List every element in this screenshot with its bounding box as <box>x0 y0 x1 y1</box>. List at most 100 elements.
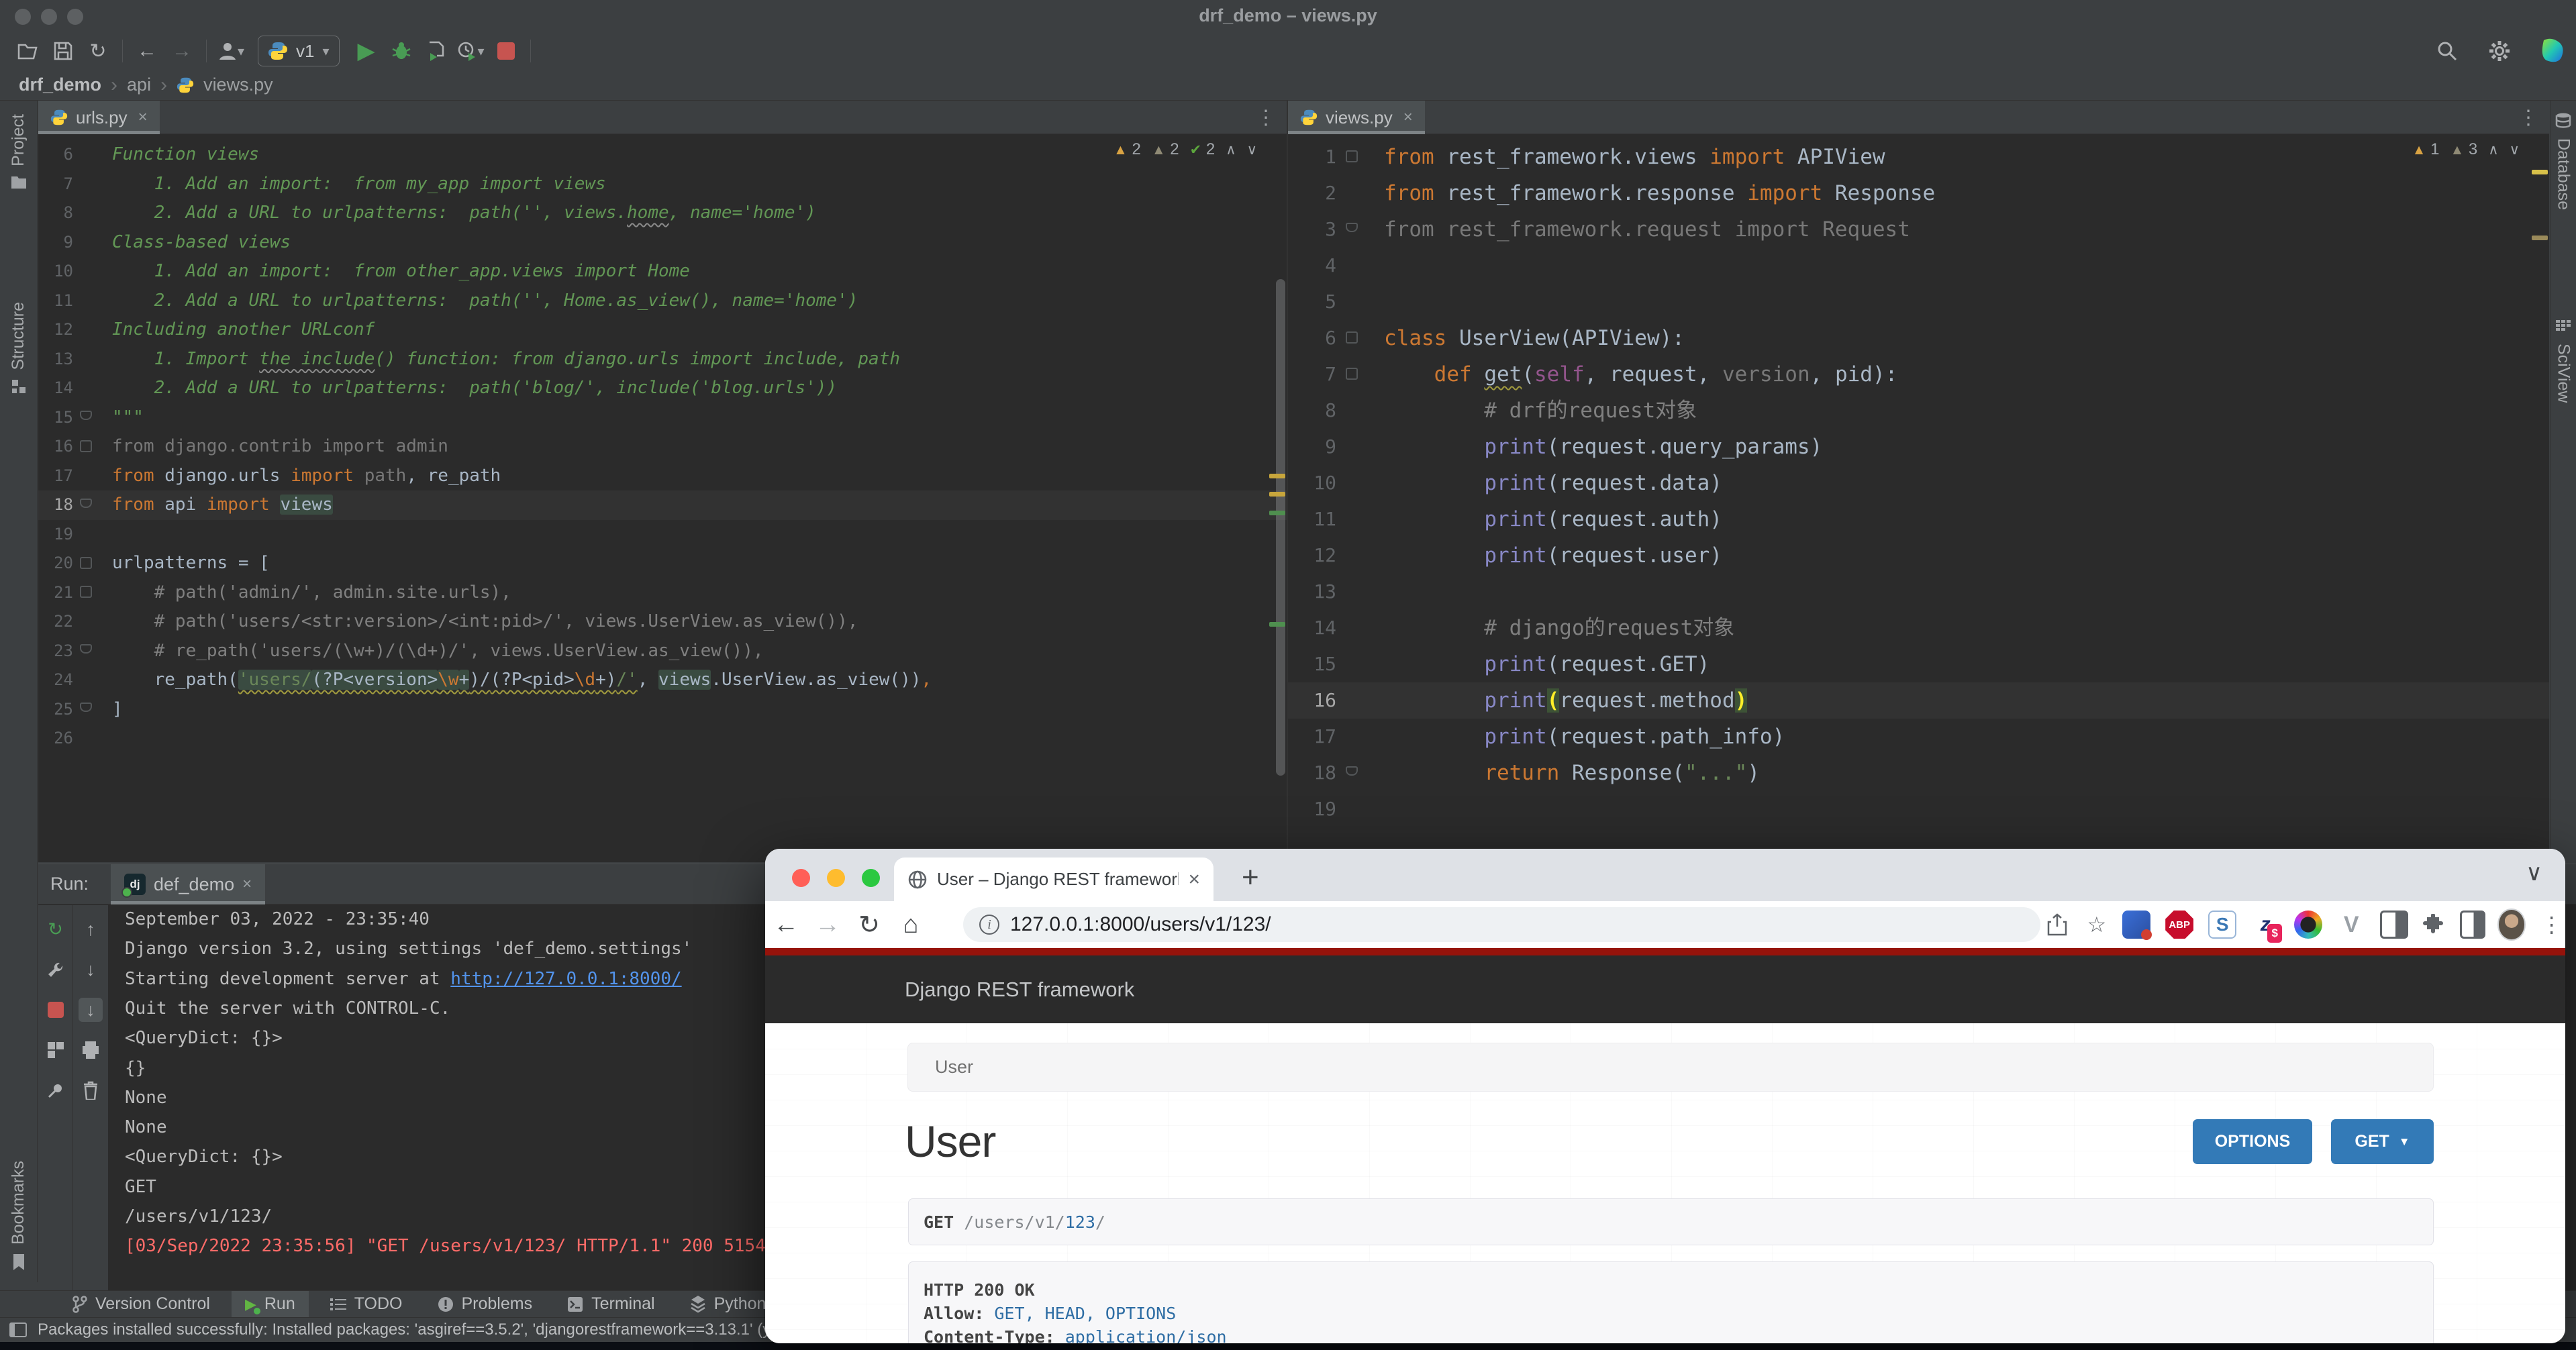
drf-brand[interactable]: Django REST framework <box>905 978 1134 1002</box>
down-icon[interactable]: ↓ <box>79 957 103 982</box>
code-line-22[interactable]: 22 # path('users/<str:version>/<int:pid>… <box>38 607 1287 637</box>
share-icon[interactable] <box>2044 909 2071 940</box>
code-line-9[interactable]: 9 print(request.query_params) <box>1288 429 2549 465</box>
code-line-10[interactable]: 10 print(request.data) <box>1288 465 2549 501</box>
browser-window-controls[interactable] <box>792 869 880 887</box>
ublock-extension-icon[interactable] <box>2122 911 2150 939</box>
colorzilla-extension-icon[interactable] <box>2294 911 2322 939</box>
inspection-item[interactable]: ∨ <box>1247 140 1257 159</box>
code-line-20[interactable]: 20urlpatterns = [ <box>38 549 1287 578</box>
search-everywhere-icon[interactable] <box>2430 36 2465 66</box>
code-line-5[interactable]: 5 <box>1288 284 2549 320</box>
code-line-9[interactable]: 9Class-based views <box>38 228 1287 258</box>
browser-back-icon[interactable]: ← <box>765 911 807 939</box>
code-line-12[interactable]: 12 print(request.user) <box>1288 537 2549 574</box>
zoom-window-icon[interactable] <box>862 869 880 887</box>
code-line-18[interactable]: 18from api import views <box>38 490 1287 520</box>
tool-window-toggle-icon[interactable] <box>9 1322 27 1337</box>
fold-marker-icon[interactable] <box>80 440 92 452</box>
code-line-19[interactable]: 19 <box>1288 791 2549 827</box>
fold-marker-icon[interactable] <box>80 703 92 712</box>
inspection-item[interactable]: ▲ 1 <box>2412 140 2440 159</box>
scroll-to-end-icon[interactable]: ↓ <box>79 998 103 1022</box>
forward-icon[interactable]: → <box>164 36 199 66</box>
inspection-item[interactable]: ▲ 2 <box>1113 140 1141 159</box>
stop-button[interactable] <box>489 36 524 66</box>
code-line-8[interactable]: 8 2. Add a URL to urlpatterns: path('', … <box>38 199 1287 228</box>
close-icon[interactable]: × <box>1403 108 1413 127</box>
run-with-coverage-button[interactable] <box>419 36 454 66</box>
code-line-6[interactable]: 6Function views <box>38 140 1287 170</box>
site-info-icon[interactable]: i <box>979 915 999 935</box>
browser-tab[interactable]: User – Django REST framework × <box>894 858 1213 901</box>
code-line-14[interactable]: 14 2. Add a URL to urlpatterns: path('bl… <box>38 374 1287 403</box>
editor-scrollbar[interactable] <box>1276 279 1285 776</box>
sidebar-item-sciview[interactable]: SciView <box>2550 319 2576 403</box>
layout-icon[interactable] <box>44 1038 68 1062</box>
settings-gear-icon[interactable] <box>2482 36 2517 66</box>
fold-marker-icon[interactable] <box>1346 150 1358 162</box>
code-line-23[interactable]: 23 # re_path('users/(\w+)/(\d+)/', views… <box>38 637 1287 666</box>
tool-window-button-terminal[interactable]: Terminal <box>554 1291 668 1318</box>
code-area[interactable]: 6Function views7 1. Add an import: from … <box>38 135 1287 862</box>
extensions-puzzle-icon[interactable] <box>2420 909 2448 940</box>
sidebar-item-bookmarks[interactable]: Bookmarks <box>0 1161 37 1270</box>
clear-icon[interactable] <box>79 1078 103 1102</box>
code-line-18[interactable]: 18 return Response("...") <box>1288 755 2549 791</box>
tab-overflow-chevron-icon[interactable]: ∨ <box>2526 860 2542 886</box>
editor-urls-py[interactable]: urls.py×⋮6Function views7 1. Add an impo… <box>38 101 1288 862</box>
close-icon[interactable]: × <box>138 108 148 127</box>
run-button[interactable]: ▶ <box>349 36 384 66</box>
code-line-7[interactable]: 7 1. Add an import: from my_app import v… <box>38 170 1287 199</box>
code-line-17[interactable]: 17from django.urls import path, re_path <box>38 462 1287 491</box>
inspection-item[interactable]: ∨ <box>2510 140 2520 159</box>
drf-breadcrumb[interactable]: User <box>907 1043 2434 1092</box>
similarweb-extension-icon[interactable]: S <box>2208 911 2236 939</box>
code-line-26[interactable]: 26 <box>38 724 1287 754</box>
tool-window-button-version-control[interactable]: Version Control <box>59 1291 224 1318</box>
editor-views-py[interactable]: views.py×⋮1from rest_framework.views imp… <box>1288 101 2549 862</box>
fold-marker-icon[interactable] <box>80 499 92 508</box>
ide-plugin-logo-icon[interactable] <box>2534 36 2569 66</box>
inspections-widget[interactable]: ▲ 1 ▲ 3 ∧ ∨ <box>2412 140 2520 159</box>
tool-window-button-todo[interactable]: TODO <box>317 1291 416 1318</box>
fold-marker-icon[interactable] <box>80 644 92 654</box>
fold-marker-icon[interactable] <box>1346 223 1358 232</box>
tab-options-icon[interactable]: ⋮ <box>1256 106 1276 129</box>
code-line-15[interactable]: 15""" <box>38 403 1287 433</box>
print-icon[interactable] <box>79 1038 103 1062</box>
code-line-12[interactable]: 12Including another URLconf <box>38 315 1287 345</box>
breadcrumb-file[interactable]: views.py <box>203 74 273 95</box>
back-icon[interactable]: ← <box>130 36 164 66</box>
stop-icon[interactable] <box>44 998 68 1022</box>
up-icon[interactable]: ↑ <box>79 917 103 941</box>
pin-icon[interactable] <box>44 1078 68 1102</box>
close-icon[interactable]: × <box>242 875 252 894</box>
url-text[interactable]: 127.0.0.1:8000/users/v1/123/ <box>1010 913 1271 936</box>
adblock-plus-extension-icon[interactable]: ABP <box>2165 911 2193 939</box>
save-icon[interactable] <box>46 36 81 66</box>
tab-views-py[interactable]: views.py× <box>1288 101 1425 134</box>
browser-reload-icon[interactable]: ↻ <box>848 910 890 940</box>
browser-menu-icon[interactable]: ⋮ <box>2538 909 2565 940</box>
fold-marker-icon[interactable] <box>80 586 92 598</box>
sidebar-item-project[interactable]: Project <box>0 114 37 189</box>
code-line-19[interactable]: 19 <box>38 520 1287 550</box>
code-line-16[interactable]: 16 print(request.method) <box>1288 682 2549 719</box>
inspection-item[interactable]: ▲ 3 <box>2450 140 2477 159</box>
code-line-1[interactable]: 1from rest_framework.views import APIVie… <box>1288 139 2549 175</box>
close-tab-icon[interactable]: × <box>1188 868 1200 891</box>
options-button[interactable]: OPTIONS <box>2193 1119 2312 1164</box>
bookmark-star-icon[interactable]: ☆ <box>2083 909 2111 940</box>
code-line-15[interactable]: 15 print(request.GET) <box>1288 646 2549 682</box>
user-profile-icon[interactable]: ▾ <box>213 36 248 66</box>
code-line-4[interactable]: 4 <box>1288 248 2549 284</box>
code-line-7[interactable]: 7 def get(self, request, version, pid): <box>1288 356 2549 393</box>
code-area[interactable]: 1from rest_framework.views import APIVie… <box>1288 135 2549 862</box>
sync-icon[interactable]: ↻ <box>81 36 115 66</box>
inspection-item[interactable]: ∧ <box>2488 140 2498 159</box>
code-line-17[interactable]: 17 print(request.path_info) <box>1288 719 2549 755</box>
get-button[interactable]: GET▼ <box>2331 1119 2434 1164</box>
code-line-11[interactable]: 11 2. Add a URL to urlpatterns: path('',… <box>38 287 1287 316</box>
browser-profile-avatar[interactable] <box>2497 908 2526 941</box>
